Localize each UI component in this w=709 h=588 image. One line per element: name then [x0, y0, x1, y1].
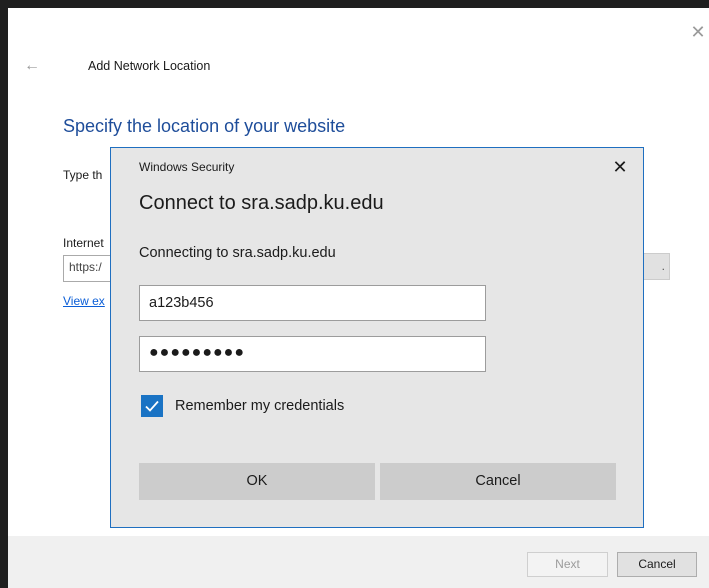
- wizard-title: Add Network Location: [88, 59, 211, 73]
- next-button[interactable]: Next: [527, 552, 608, 577]
- view-examples-link[interactable]: View ex: [63, 294, 105, 308]
- username-input[interactable]: a123b456: [139, 285, 486, 321]
- ok-button[interactable]: OK: [139, 463, 375, 500]
- remember-label[interactable]: Remember my credentials: [175, 398, 344, 414]
- dialog-caption: Windows Security: [139, 160, 235, 174]
- close-icon[interactable]: ✕: [688, 22, 708, 42]
- dialog-cancel-button[interactable]: Cancel: [380, 463, 616, 500]
- wizard-instruction: Type th: [63, 168, 103, 182]
- address-label: Internet: [63, 236, 104, 250]
- dialog-title: Connect to sra.sadp.ku.edu: [139, 192, 384, 214]
- wizard-cancel-button[interactable]: Cancel: [617, 552, 697, 577]
- password-input[interactable]: ●●●●●●●●●: [139, 336, 486, 372]
- dialog-subtitle: Connecting to sra.sadp.ku.edu: [139, 245, 336, 261]
- back-arrow-icon[interactable]: ←: [24, 58, 40, 74]
- remember-checkbox[interactable]: [141, 395, 163, 417]
- checkmark-icon: [145, 400, 159, 412]
- windows-security-dialog: Windows Security ✕ Connect to sra.sadp.k…: [110, 147, 644, 528]
- dialog-close-icon[interactable]: ✕: [609, 156, 631, 178]
- wizard-heading: Specify the location of your website: [63, 116, 346, 136]
